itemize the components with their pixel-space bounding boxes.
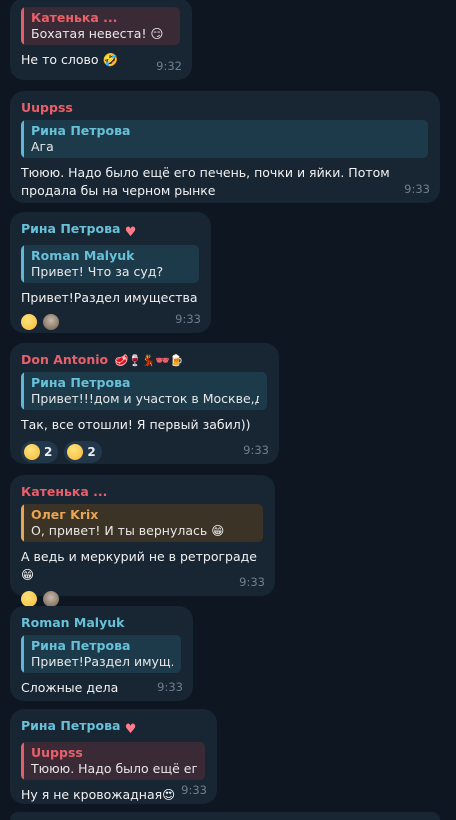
reply-sender-name: Рина Петрова: [31, 638, 131, 653]
sender-name[interactable]: Рина Петрова ♥: [21, 221, 199, 240]
thinking-face-icon[interactable]: [21, 591, 37, 607]
reply-text: Привет!Раздел имущ...: [31, 654, 173, 669]
reactions: [21, 591, 263, 607]
message-time: 9:33: [243, 443, 269, 457]
sender-name[interactable]: Катенька ...: [21, 484, 263, 499]
grimace-face-icon[interactable]: [21, 314, 37, 330]
reply-sender-name: Uuppss: [31, 745, 83, 760]
message-time: 9:33: [181, 783, 207, 797]
message-bubble[interactable]: Uuppss Рина Петрова Ага Тююю. Надо было …: [10, 91, 440, 203]
message-time: 9:33: [175, 312, 201, 326]
sender-name[interactable]: Uuppss: [21, 100, 428, 115]
reactions: 2 2: [21, 441, 267, 463]
reaction-pill[interactable]: 2: [21, 441, 59, 463]
reply-preview[interactable]: Олег Krix О, привет! И ты вернулась 😁: [21, 504, 263, 542]
reply-sender-name: Рина Петрова: [31, 123, 131, 138]
message-bubble[interactable]: Катенька ... Бохатая невеста! 😏 Не то сл…: [10, 0, 192, 80]
message-time: 9:33: [404, 182, 430, 196]
reply-preview[interactable]: Катенька ... Бохатая невеста! 😏: [21, 7, 180, 45]
sender-name[interactable]: Рина Петрова ♥: [21, 718, 205, 737]
reaction-count: 2: [87, 445, 96, 459]
avatar-photo-icon[interactable]: [43, 591, 59, 607]
message-time: 9:32: [156, 59, 182, 73]
message-text: Ну я не кровожадная😍: [21, 787, 176, 802]
sender-name[interactable]: Don Antonio 🥩🍷💃🕶🍺: [21, 352, 267, 367]
reply-sender-name: Roman Malyuk: [31, 248, 135, 263]
reply-preview[interactable]: Roman Malyuk Привет! Что за суд?: [21, 245, 199, 283]
sender-name-label: Don Antonio: [21, 352, 109, 367]
reply-sender-name: Рина Петрова: [31, 375, 131, 390]
message-time: 9:33: [239, 575, 265, 589]
steak-wine-dancer-glasses-beer-icons: 🥩🍷💃🕶🍺: [114, 354, 184, 367]
reply-text: Тююю. Надо было ещё ег...: [31, 761, 197, 776]
message-text: Тююю. Надо было ещё его печень, почки и …: [21, 165, 390, 198]
reactions: [21, 314, 199, 330]
reaction-count: 2: [44, 445, 53, 459]
heart-icon: ♥: [124, 722, 137, 737]
avatar-photo-icon[interactable]: [43, 314, 59, 330]
heart-icon: ♥: [124, 225, 137, 240]
message-bubble[interactable]: Катенька ... Олег Krix О, привет! И ты в…: [10, 475, 275, 607]
message-bubble[interactable]: Roman Malyuk Рина Петрова Привет!Раздел …: [10, 606, 193, 701]
reply-sender-name: Олег Krix: [31, 507, 99, 522]
next-message-bubble-edge: [10, 812, 440, 820]
reply-preview[interactable]: Рина Петрова Привет!Раздел имущ...: [21, 635, 181, 673]
sender-name-label: Рина Петрова: [21, 718, 121, 733]
sender-name[interactable]: Roman Malyuk: [21, 615, 181, 630]
rofl-face-icon: [67, 444, 84, 460]
message-text: Так, все отошли! Я первый забил)): [21, 417, 251, 432]
message-bubble[interactable]: Рина Петрова ♥ Uuppss Тююю. Надо было ещ…: [10, 709, 217, 804]
reply-text: О, привет! И ты вернулась 😁: [31, 523, 225, 538]
message-text: А ведь и меркурий не в ретрограде 😁: [21, 549, 257, 582]
reply-preview[interactable]: Рина Петрова Ага: [21, 120, 428, 158]
reaction-pill[interactable]: 2: [64, 441, 102, 463]
reply-text: Привет! Что за суд?: [31, 264, 164, 279]
reply-text: Бохатая невеста! 😏: [31, 26, 164, 41]
sender-name-label: Рина Петрова: [21, 221, 121, 236]
message-time: 9:33: [157, 680, 183, 694]
reply-text: Ага: [31, 139, 54, 154]
reply-text: Привет!!!дом и участок в Москве,др...: [31, 391, 259, 406]
message-bubble[interactable]: Don Antonio 🥩🍷💃🕶🍺 Рина Петрова Привет!!!…: [10, 343, 279, 464]
message-text: Привет!Раздел имущества: [21, 290, 198, 305]
reply-preview[interactable]: Рина Петрова Привет!!!дом и участок в Мо…: [21, 372, 267, 410]
reply-sender-name: Катенька ...: [31, 10, 118, 25]
grimace-face-icon: [24, 444, 40, 460]
message-bubble[interactable]: Рина Петрова ♥ Roman Malyuk Привет! Что …: [10, 212, 211, 333]
reply-preview[interactable]: Uuppss Тююю. Надо было ещё ег...: [21, 742, 205, 780]
